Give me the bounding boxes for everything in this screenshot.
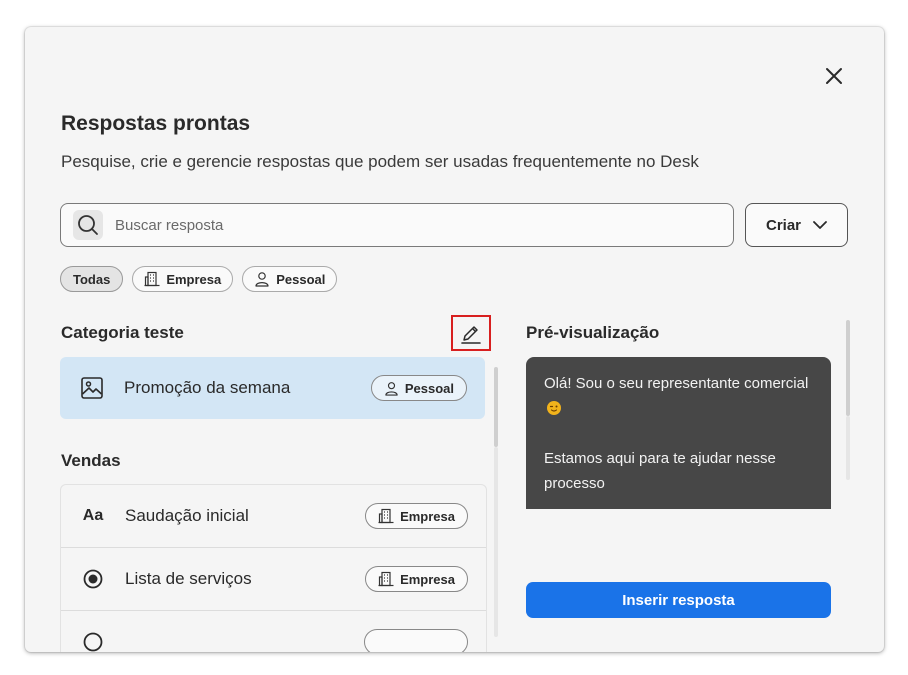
preview-scrollbar-thumb[interactable]	[846, 320, 850, 416]
image-icon	[80, 376, 104, 400]
preview-title: Pré-visualização	[526, 323, 660, 342]
scope-badge	[364, 629, 468, 652]
search-input[interactable]	[113, 215, 697, 235]
list-item-label: Saudação inicial	[125, 506, 249, 525]
preview-paragraph-1: Olá! Sou o seu representante comercial	[544, 375, 809, 392]
winking-face-icon	[547, 401, 561, 415]
category-title: Categoria teste	[61, 323, 184, 342]
pencil-icon	[461, 326, 481, 344]
list-item[interactable]: Promoção da semana Pessoal	[60, 357, 485, 419]
scope-badge: Empresa	[365, 503, 468, 529]
modal-title: Respostas prontas	[61, 112, 251, 135]
badge-label: Empresa	[400, 571, 455, 587]
insert-response-button[interactable]: Inserir resposta	[526, 582, 831, 618]
building-icon	[378, 571, 394, 587]
list-scrollbar-track[interactable]	[494, 447, 498, 637]
building-icon	[144, 271, 160, 287]
filter-chips: Todas Empresa Pessoal	[60, 266, 338, 292]
close-button[interactable]	[822, 64, 846, 88]
ready-responses-modal: Respostas prontas Pesquise, crie e geren…	[25, 27, 884, 652]
text-aa-icon: Aa	[82, 507, 104, 524]
partial-item-icon	[81, 630, 105, 652]
create-button[interactable]: Criar	[745, 203, 848, 247]
preview-paragraph-2: Estamos aqui para te ajudar nesse proces…	[544, 450, 776, 492]
modal-subtitle: Pesquise, crie e gerencie respostas que …	[61, 152, 699, 171]
list-item-label: Promoção da semana	[124, 378, 291, 397]
list-item[interactable]: Lista de serviços Empresa	[61, 548, 486, 611]
scope-badge: Pessoal	[370, 375, 467, 401]
list-scrollbar-thumb[interactable]	[494, 367, 498, 447]
filter-chip-label: Empresa	[166, 271, 222, 287]
badge-label: Empresa	[400, 508, 455, 524]
radio-icon	[81, 567, 105, 591]
close-icon	[826, 68, 842, 84]
edit-category-button[interactable]	[451, 315, 491, 351]
scope-badge: Empresa	[365, 566, 468, 592]
category-teste-list: Promoção da semana Pessoal	[60, 357, 485, 419]
search-icon	[73, 210, 103, 240]
chevron-down-icon	[813, 220, 827, 229]
vendas-list: Aa Saudação inicial Empresa Lista de ser…	[60, 484, 487, 652]
category-title: Vendas	[61, 451, 121, 470]
person-icon	[255, 272, 269, 287]
list-item-label: Lista de serviços	[125, 569, 252, 588]
filter-chip-empresa[interactable]: Empresa	[132, 266, 234, 292]
badge-label: Pessoal	[404, 380, 454, 396]
building-icon	[378, 508, 394, 524]
filter-chip-label: Pessoal	[276, 271, 326, 287]
preview-message: Olá! Sou o seu representante comercial E…	[526, 357, 831, 509]
list-item-partial[interactable]	[61, 611, 486, 652]
filter-chip-pessoal[interactable]: Pessoal	[242, 266, 338, 292]
insert-response-label: Inserir resposta	[622, 591, 735, 609]
search-box[interactable]	[60, 203, 734, 247]
create-button-label: Criar	[765, 216, 802, 234]
preview-scrollbar-track[interactable]	[846, 416, 850, 480]
person-icon	[385, 381, 398, 396]
filter-chip-label: Todas	[73, 271, 111, 287]
list-item[interactable]: Aa Saudação inicial Empresa	[61, 485, 486, 548]
filter-chip-todas[interactable]: Todas	[60, 266, 124, 292]
